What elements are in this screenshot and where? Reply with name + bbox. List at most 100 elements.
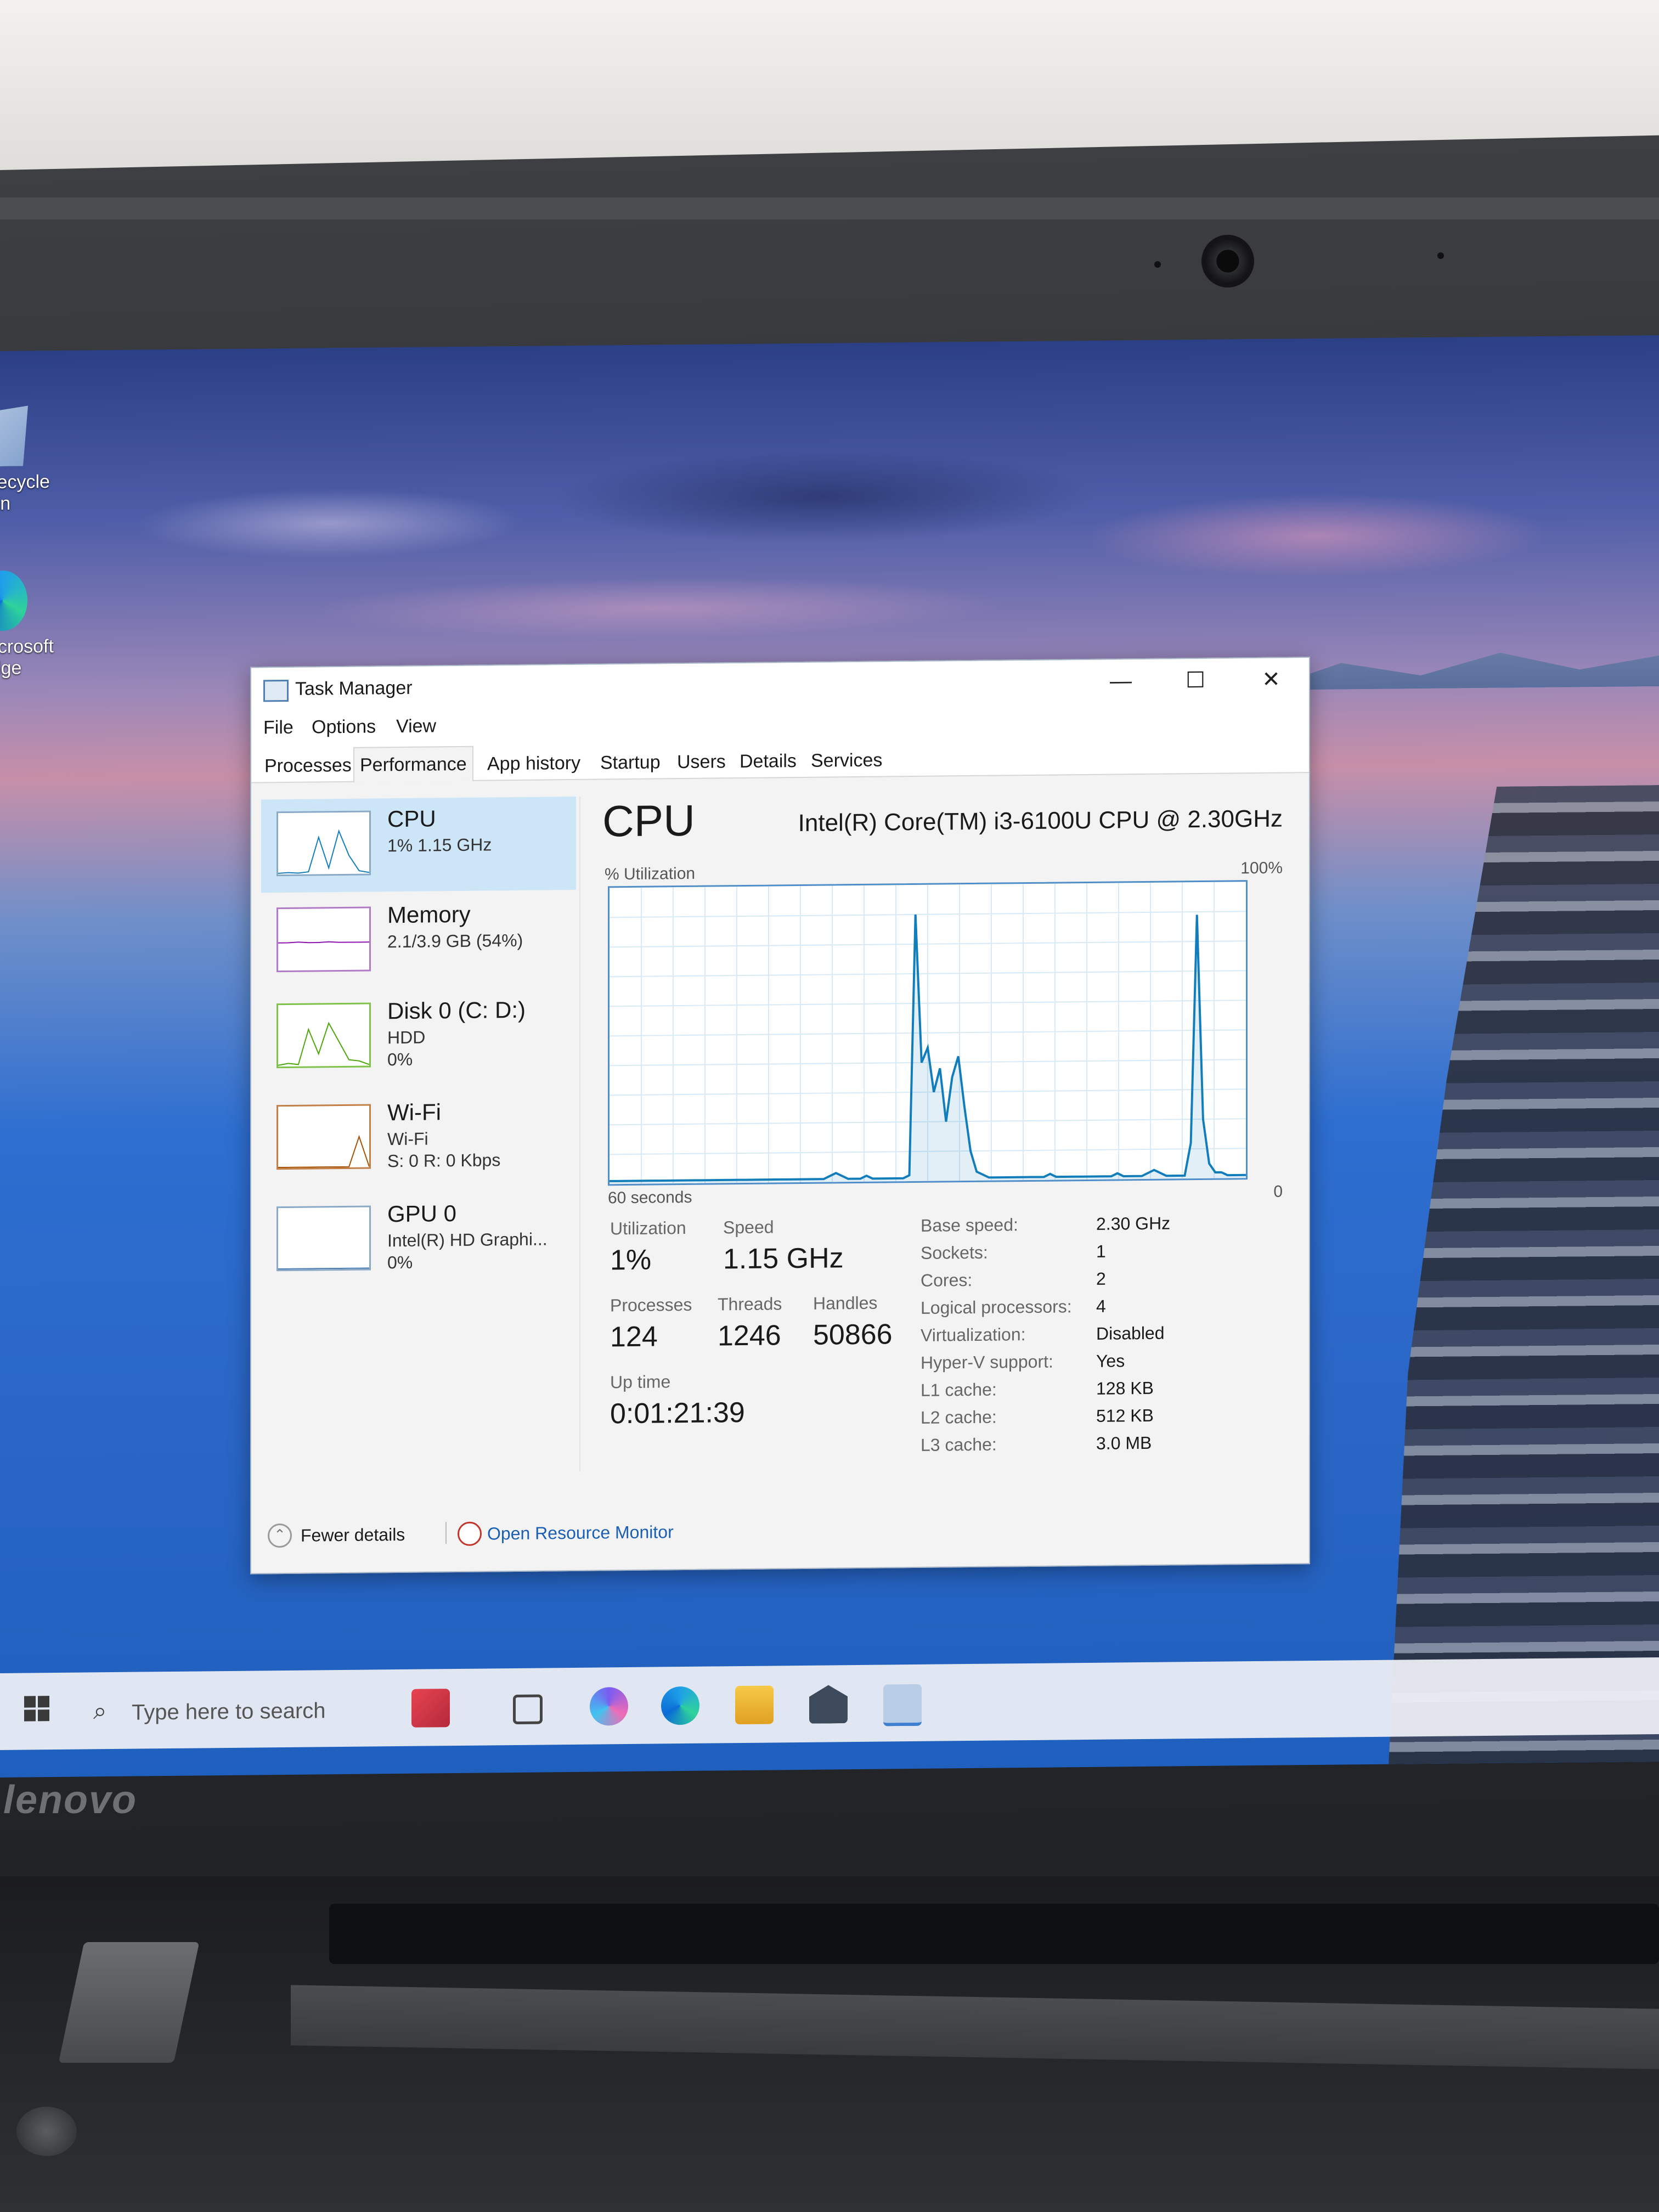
sidebar-item-detail: S: 0 R: 0 Kbps [387,1150,501,1171]
chevron-up-icon[interactable]: ⌃ [268,1523,292,1548]
edge-icon[interactable] [661,1686,699,1725]
thumbnail-line [278,1268,369,1269]
wallpaper-clouds [0,368,1659,691]
graph-min-label: 0 [1273,1182,1283,1201]
sidebar-item-memory[interactable]: Memory 2.1/3.9 GB (54%) [261,893,576,989]
sidebar-item-detail: 1% 1.15 GHz [387,834,492,856]
handles-value: 50866 [813,1318,893,1351]
graph-max-label: 100% [1240,859,1283,878]
menu-file[interactable]: File [263,717,294,739]
spec-value: 128 KB [1096,1378,1154,1398]
spec-value: Yes [1096,1351,1125,1371]
desktop-icon-label: Microsoft Edge [0,636,54,679]
spec-value: 1 [1096,1241,1106,1261]
screen: Recycle Bin Microsoft Edge Task Manager … [0,335,1659,1778]
windows-logo-icon [38,1696,49,1708]
minimize-button[interactable]: — [1091,665,1151,697]
thumbnail-line [278,941,369,943]
spec-label: Hyper-V support: [921,1351,1053,1373]
spec-value: 4 [1096,1296,1106,1316]
performance-sidebar: CPU 1% 1.15 GHz Memory 2.1/3.9 GB (54%) … [261,796,580,1475]
maximize-button[interactable]: ☐ [1165,664,1226,697]
sidebar-item-name: GPU 0 [387,1200,457,1227]
taskbar: ⌕ Type here to search [0,1657,1659,1750]
desktop-icon-label: Recycle Bin [0,471,50,515]
maximize-icon: ☐ [1186,668,1205,693]
window-title: Task Manager [295,677,413,699]
thumbnail-line [278,1137,369,1167]
spec-value: 3.0 MB [1096,1432,1152,1453]
stat-label: Handles [813,1293,878,1313]
sidebar-item-detail: HDD [387,1027,426,1048]
news-widget-icon[interactable] [411,1689,450,1728]
graph-label: % Utilization [605,864,696,884]
spec-value: 2 [1096,1268,1106,1289]
bezel-edge [0,198,1659,219]
stat-label: Processes [610,1294,692,1316]
taskbar-search-box[interactable]: ⌕ Type here to search [82,1680,411,1739]
menu-options[interactable]: Options [312,716,376,738]
tab-performance[interactable]: Performance [353,746,473,782]
tab-app-history[interactable]: App history [482,748,586,779]
memory-thumbnail-graph [276,906,371,973]
sensor-dot [1154,261,1161,268]
tab-processes[interactable]: Processes [259,751,357,781]
cpu-model-name: Intel(R) Core(TM) i3-6100U CPU @ 2.30GHz [798,805,1283,837]
stat-label: Threads [718,1294,782,1314]
spec-label: Logical processors: [921,1296,1072,1318]
spec-value: 512 KB [1096,1405,1154,1426]
sidebar-item-detail: Wi-Fi [387,1128,428,1149]
page-title: CPU [602,795,695,846]
open-resource-monitor-link[interactable]: Open Resource Monitor [487,1522,674,1544]
sensor-dot [1437,252,1444,259]
desktop-icon-recycle-bin[interactable]: Recycle Bin [0,471,55,515]
windows-logo-icon [24,1709,36,1722]
task-view-icon[interactable] [513,1694,543,1725]
processes-value: 124 [610,1321,658,1353]
sidebar-item-name: Memory [387,901,471,928]
tab-startup[interactable]: Startup [595,747,666,777]
utilization-value: 1% [610,1244,652,1277]
sidebar-item-detail: 0% [387,1252,413,1273]
uptime-value: 0:01:21:39 [610,1396,745,1430]
footer: ⌃ Fewer details Open Resource Monitor [251,1497,1309,1568]
sidebar-item-detail: 2.1/3.9 GB (54%) [387,930,523,952]
sidebar-item-name: CPU [387,805,436,832]
sidebar-item-name: Disk 0 (C: D:) [387,996,526,1024]
spec-value: Disabled [1096,1323,1165,1344]
sidebar-item-disk[interactable]: Disk 0 (C: D:) HDD 0% [261,989,576,1085]
sidebar-item-cpu[interactable]: CPU 1% 1.15 GHz [261,796,576,893]
mail-icon[interactable] [809,1685,848,1724]
webcam [1201,235,1254,287]
tab-users[interactable]: Users [672,747,731,777]
disk-thumbnail-graph [276,1002,371,1069]
resource-monitor-icon[interactable] [458,1521,482,1546]
graph-time-label: 60 seconds [608,1188,692,1207]
tab-details[interactable]: Details [734,746,802,776]
spec-label: L1 cache: [921,1379,997,1400]
close-icon: ✕ [1262,667,1280,692]
fewer-details-link[interactable]: Fewer details [301,1525,405,1546]
close-button[interactable]: ✕ [1241,663,1301,696]
task-manager-taskbar-icon[interactable] [883,1684,922,1726]
sidebar-item-detail: 0% [387,1049,413,1070]
tab-services[interactable]: Services [805,745,888,775]
file-explorer-icon[interactable] [735,1685,774,1725]
thumbnail-line [278,831,369,873]
lenovo-logo: lenovo [3,1778,138,1822]
start-button[interactable] [24,1696,49,1722]
wallpaper-pier [1273,785,1659,1765]
sidebar-item-wifi[interactable]: Wi-Fi Wi-Fi S: 0 R: 0 Kbps [261,1090,576,1187]
stat-label: Speed [723,1217,774,1238]
task-manager-window: Task Manager — ☐ ✕ File Options View Pro… [250,657,1310,1575]
copilot-icon[interactable] [590,1687,628,1726]
spec-label: Virtualization: [921,1324,1026,1345]
thumbnail-line [278,1023,369,1065]
menu-view[interactable]: View [396,715,436,737]
stat-label: Up time [610,1372,671,1392]
sidebar-item-detail: Intel(R) HD Graphi... [387,1229,548,1251]
power-button [16,2107,77,2156]
search-icon: ⌕ [93,1697,107,1725]
desktop-icon-edge[interactable]: Microsoft Edge [0,570,54,679]
sidebar-item-gpu[interactable]: GPU 0 Intel(R) HD Graphi... 0% [261,1192,576,1288]
